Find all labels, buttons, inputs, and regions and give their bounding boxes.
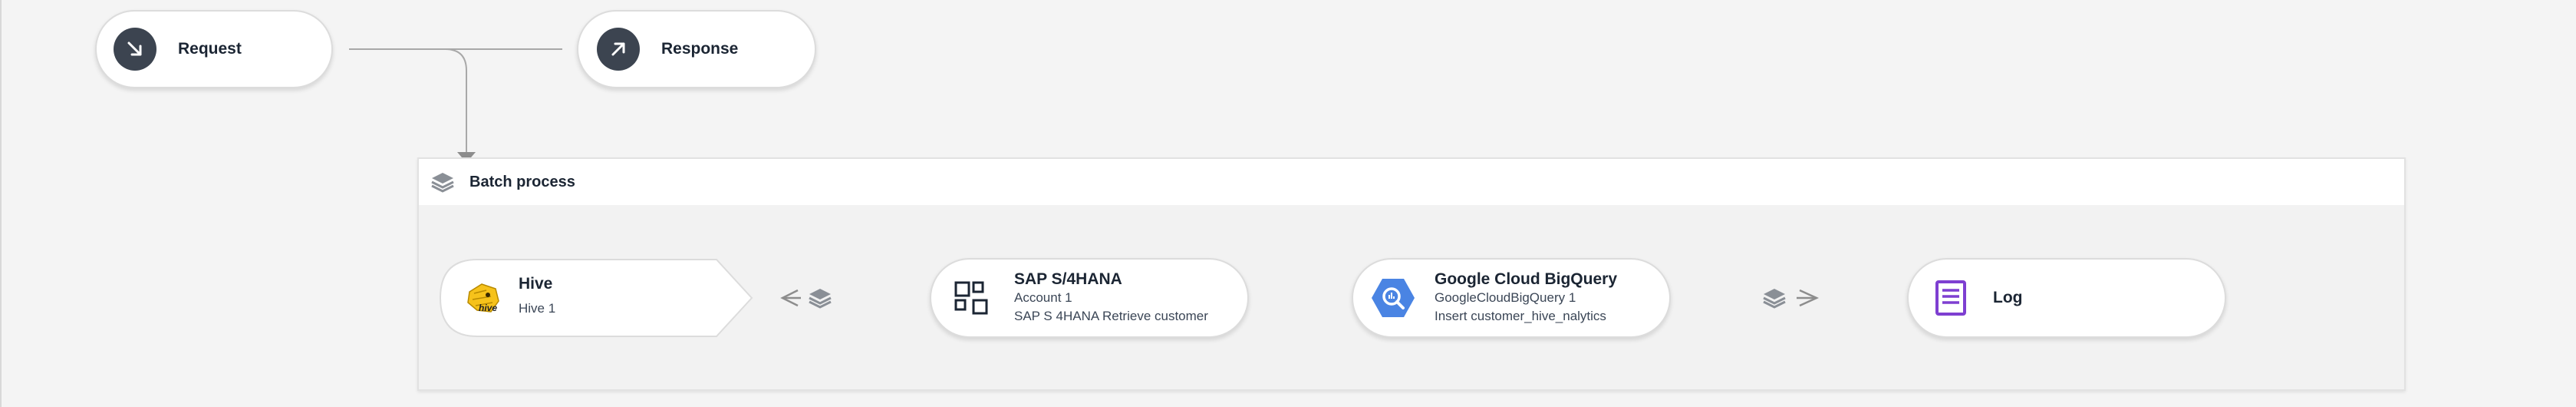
- layers-icon: [430, 169, 456, 195]
- request-batch-connector: [444, 48, 467, 154]
- arrow-down-right-icon: [114, 28, 156, 71]
- hive-subtitle: Hive 1: [519, 301, 556, 316]
- response-label: Response: [661, 40, 739, 58]
- layers-icon: [1763, 289, 1786, 309]
- layers-icon: [809, 289, 832, 309]
- log-node[interactable]: Log: [1907, 258, 2226, 338]
- scatter-step[interactable]: [776, 284, 838, 312]
- sap-text: SAP S/4HANA Account 1 SAP S 4HANA Retrie…: [1014, 270, 1208, 326]
- bigquery-title: Google Cloud BigQuery: [1435, 270, 1618, 288]
- gather-step[interactable]: [1761, 284, 1830, 312]
- sap-title: SAP S/4HANA: [1014, 270, 1122, 288]
- request-label: Request: [178, 40, 242, 58]
- bigquery-icon: [1370, 275, 1416, 321]
- chevron-left-icon: [780, 289, 801, 307]
- bigquery-node[interactable]: Google Cloud BigQuery GoogleCloudBigQuer…: [1352, 258, 1671, 338]
- batch-process-title: Batch process: [469, 173, 575, 190]
- sap-node[interactable]: SAP S/4HANA Account 1 SAP S 4HANA Retrie…: [930, 258, 1249, 338]
- bigquery-operation: Insert customer_hive_nalytics: [1435, 309, 1606, 323]
- response-node[interactable]: Response: [577, 10, 816, 88]
- sap-operation: SAP S 4HANA Retrieve customer: [1014, 309, 1208, 323]
- bigquery-text: Google Cloud BigQuery GoogleCloudBigQuer…: [1435, 270, 1617, 326]
- hive-text: Hive Hive 1: [519, 275, 555, 318]
- log-document-icon: [1930, 277, 1972, 319]
- sap-account: Account 1: [1014, 290, 1072, 305]
- bigquery-account: GoogleCloudBigQuery 1: [1435, 290, 1576, 305]
- arrow-up-right-icon: [597, 28, 640, 71]
- chevron-right-icon: [1797, 289, 1820, 307]
- sap-grid-icon: [951, 278, 991, 318]
- log-title: Log: [1993, 289, 2023, 306]
- hive-logo-text: hive: [479, 303, 498, 313]
- batch-process-header: Batch process: [419, 159, 2404, 205]
- request-node[interactable]: Request: [95, 10, 333, 88]
- hive-bee-icon: hive: [460, 275, 506, 321]
- hive-node[interactable]: hive Hive Hive 1: [439, 258, 755, 338]
- hive-title: Hive: [519, 275, 553, 293]
